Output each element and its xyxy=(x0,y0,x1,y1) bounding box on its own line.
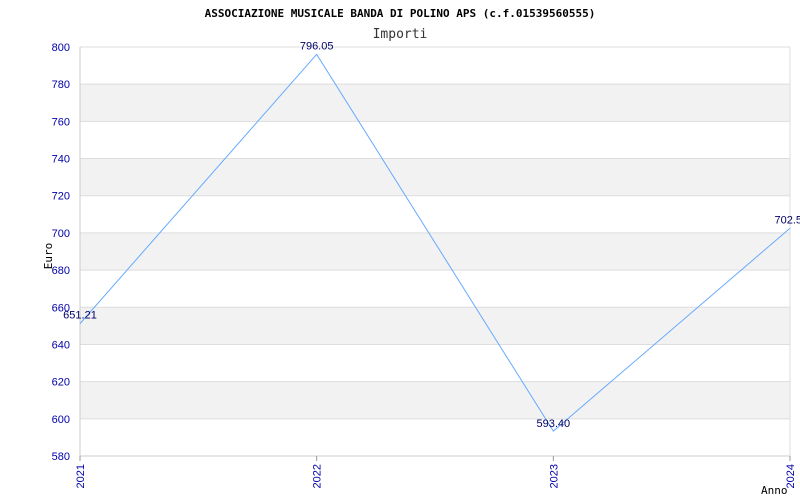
chart-subtitle: Importi xyxy=(373,27,428,42)
data-label: 702.5 xyxy=(774,214,800,226)
chart-title: ASSOCIAZIONE MUSICALE BANDA DI POLINO AP… xyxy=(205,7,596,20)
y-tick-label: 720 xyxy=(52,191,70,203)
y-axis-label: Euro xyxy=(42,243,55,270)
x-tick-label: 2022 xyxy=(312,464,324,488)
grid-band xyxy=(80,381,790,419)
y-tick-label: 700 xyxy=(52,228,70,240)
y-tick-label: 620 xyxy=(52,377,70,389)
y-tick-label: 800 xyxy=(52,42,70,54)
grid-band xyxy=(80,232,790,271)
y-tick-label: 600 xyxy=(52,414,70,426)
line-chart: 5806006206406606807007207407607808002021… xyxy=(42,7,800,497)
y-tick-label: 740 xyxy=(52,154,70,166)
grid-band xyxy=(80,84,790,122)
grid-bands xyxy=(80,84,790,419)
data-label: 651.21 xyxy=(63,310,97,322)
data-label: 593.40 xyxy=(537,418,571,430)
y-tick-label: 640 xyxy=(52,339,70,351)
x-tick-label: 2021 xyxy=(75,464,87,488)
y-tick-label: 780 xyxy=(52,79,70,91)
x-axis-label: Anno xyxy=(761,484,788,497)
y-tick-label: 580 xyxy=(52,451,70,463)
grid-band xyxy=(80,307,790,345)
x-tick-label: 2023 xyxy=(548,464,560,488)
data-label: 796.05 xyxy=(300,40,334,52)
grid-band xyxy=(80,158,790,196)
y-tick-label: 760 xyxy=(52,116,70,128)
